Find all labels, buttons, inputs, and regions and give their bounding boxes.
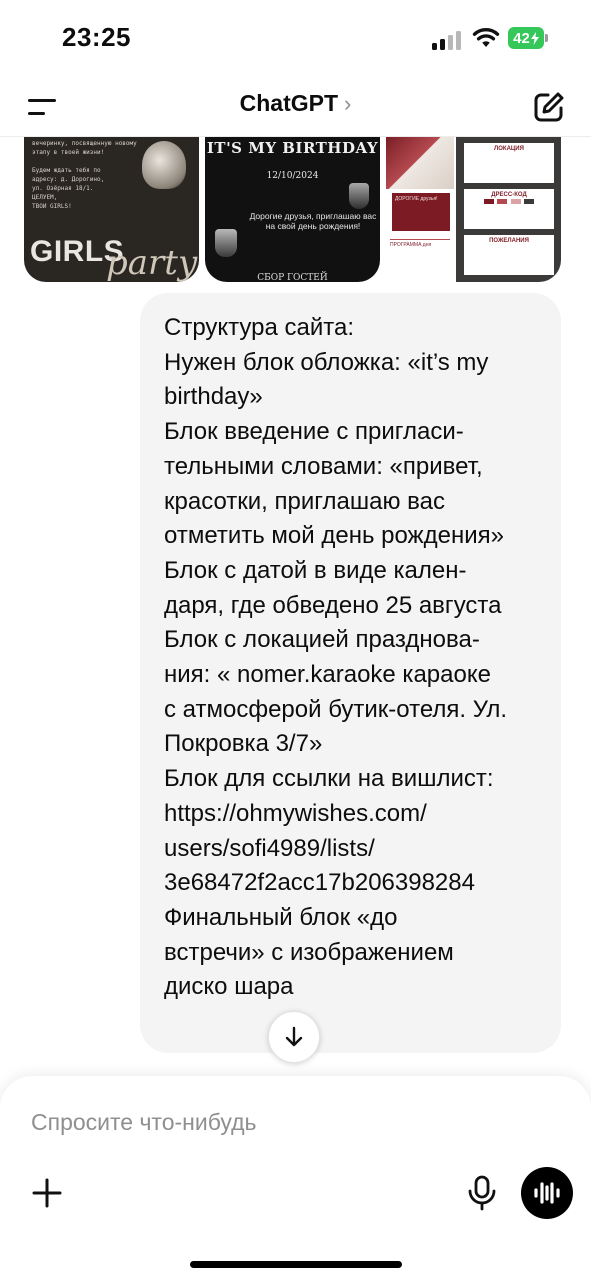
- attached-image-girls-party[interactable]: вечеринку, посвященную новому этапу в тв…: [24, 137, 199, 282]
- color-swatch: [524, 199, 535, 204]
- message-line: красотки, приглашаю вас: [164, 487, 445, 515]
- message-line: 3e68472f2acc17b206398284: [164, 869, 475, 897]
- message-line: users/sofi4989/lists/: [164, 834, 375, 862]
- charging-bolt-icon: [530, 31, 539, 45]
- home-indicator: [190, 1261, 402, 1268]
- layout-card-dresscode: ДРЕСС-КОД: [464, 189, 554, 229]
- voice-mode-button[interactable]: [521, 1167, 573, 1219]
- color-swatch: [497, 199, 508, 204]
- message-line: https://ohmywishes.com/: [164, 799, 427, 827]
- message-line: birthday»: [164, 383, 263, 411]
- user-message-text: Структура сайта: Нужен блок обложка: «it’…: [164, 311, 544, 1005]
- message-line: встречи» с изображением: [164, 938, 454, 966]
- layout-left-column: ДОРОГИЕ друзья! ПРОГРАММА дня: [386, 137, 454, 282]
- glass-icon: [349, 183, 369, 209]
- color-swatch: [510, 199, 521, 204]
- cellular-signal-icon: [432, 30, 464, 50]
- message-line: Нужен блок обложка: «it’s my: [164, 348, 489, 376]
- chat-header: ChatGPT ›: [0, 80, 591, 137]
- message-line: ния: « nomer.karaoke караоке: [164, 661, 491, 689]
- color-swatch: [483, 199, 494, 204]
- message-line: Покровка 3/7»: [164, 730, 323, 758]
- champagne-glass-icon: [142, 141, 186, 189]
- image-date: 12/10/2024: [266, 171, 319, 181]
- image-footer: СБОР ГОСТЕЙ: [257, 273, 328, 282]
- page-title: ChatGPT: [239, 90, 339, 116]
- message-line: отметить мой день рождения»: [164, 522, 504, 550]
- attached-image-website-layout[interactable]: ДОРОГИЕ друзья! ПРОГРАММА дня ЛОКАЦИЯ ДР…: [386, 137, 561, 282]
- layout-card-location: ЛОКАЦИЯ: [464, 143, 554, 183]
- user-message-bubble: Структура сайта: Нужен блок обложка: «it’…: [140, 293, 561, 1053]
- message-line: с атмосферой бутик-отеля. Ул.: [164, 695, 508, 723]
- image-body-text: вечеринку, посвященную новому этапу в тв…: [32, 140, 137, 192]
- image-text: Дорогие друзья, приглашаю вас на свой де…: [249, 211, 377, 231]
- image-footer-text: ЦЕЛУЕМ, ТВОИ GIRLS!: [32, 194, 72, 210]
- layout-photo: [386, 137, 454, 189]
- layout-right-column: ЛОКАЦИЯ ДРЕСС-КОД ПОЖЕЛАНИЯ: [456, 137, 561, 282]
- model-selector[interactable]: ChatGPT ›: [0, 90, 591, 117]
- status-bar: 23:25 42: [0, 0, 591, 80]
- layout-red-block: ДОРОГИЕ друзья!: [392, 193, 450, 231]
- chevron-right-icon: ›: [344, 91, 352, 116]
- message-line: даря, где обведено 25 августа: [164, 591, 502, 619]
- image-script-text: party: [106, 243, 198, 282]
- scroll-down-button[interactable]: [268, 1011, 320, 1063]
- message-line: Блок с датой в виде кален-: [164, 556, 467, 584]
- battery-indicator: 42: [508, 27, 544, 49]
- glass-icon: [215, 229, 237, 257]
- layout-card-title: ПОЖЕЛАНИЯ: [489, 238, 529, 244]
- arrow-down-icon: [285, 1026, 303, 1047]
- battery-level: 42: [513, 29, 530, 47]
- message-line: Блок для ссылки на вишлист:: [164, 765, 494, 793]
- layout-red-text: ДОРОГИЕ друзья!: [395, 196, 438, 202]
- layout-card-title: ЛОКАЦИЯ: [494, 146, 524, 152]
- image-title: IT'S MY BIRTHDAY: [206, 139, 379, 157]
- message-line: Финальный блок «до: [164, 903, 398, 931]
- layout-card-wishes: ПОЖЕЛАНИЯ: [464, 235, 554, 275]
- wifi-icon: [472, 28, 500, 47]
- layout-swatches: [464, 198, 554, 207]
- composer: [0, 1076, 591, 1280]
- attached-images: вечеринку, посвященную новому этапу в тв…: [24, 137, 562, 283]
- message-line: Структура сайта:: [164, 314, 355, 341]
- voice-mode-icon: [534, 1182, 560, 1204]
- layout-card-title: ДРЕСС-КОД: [491, 192, 527, 198]
- attached-image-birthday[interactable]: IT'S MY BIRTHDAY 12/10/2024 Дорогие друз…: [205, 137, 380, 282]
- plus-icon[interactable]: [30, 1176, 64, 1210]
- prompt-input[interactable]: [31, 1106, 551, 1138]
- message-line: Блок с локацией празднова-: [164, 626, 480, 654]
- new-chat-icon[interactable]: [532, 90, 566, 124]
- layout-program: ПРОГРАММА дня: [390, 239, 450, 272]
- message-line: диско шара: [164, 973, 294, 1001]
- message-line: тельными словами: «привет,: [164, 452, 483, 480]
- status-time: 23:25: [62, 22, 131, 52]
- microphone-icon[interactable]: [464, 1174, 500, 1212]
- message-line: Блок введение с пригласи-: [164, 418, 464, 446]
- battery-tip: [545, 34, 548, 42]
